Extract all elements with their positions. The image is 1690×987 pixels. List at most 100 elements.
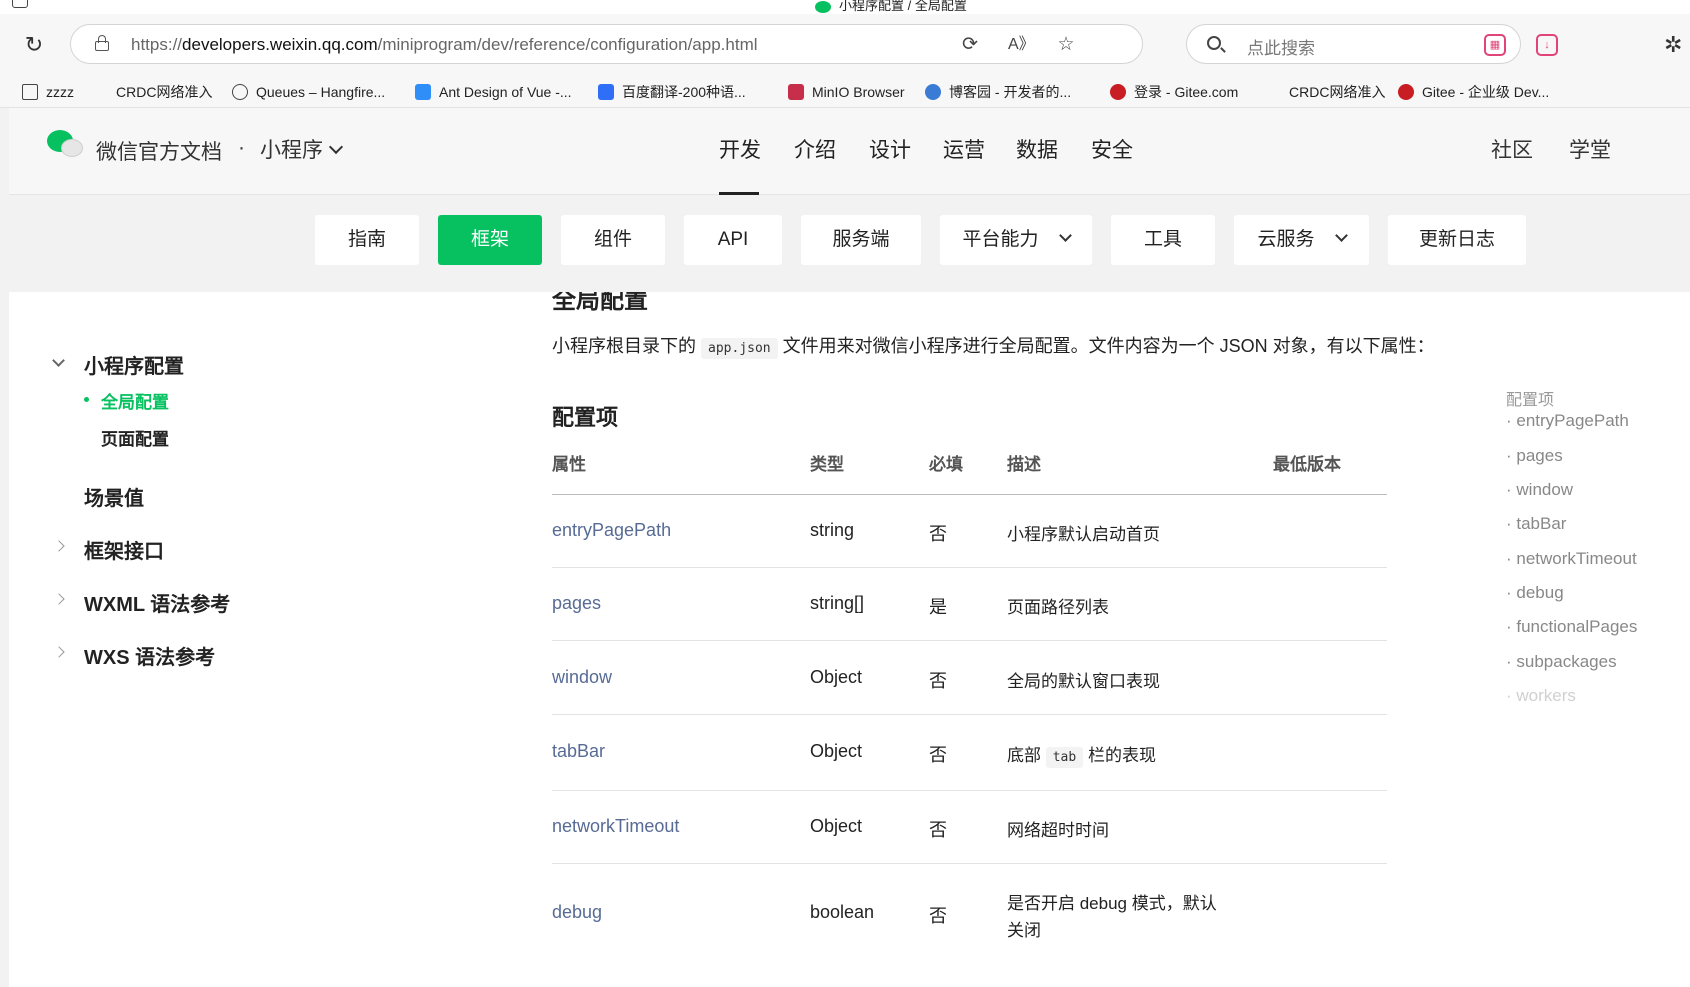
- toc-item[interactable]: · networkTimeout: [1506, 549, 1637, 569]
- subnav-changelog[interactable]: 更新日志: [1388, 215, 1526, 265]
- bookmark-label: Gitee - 企业级 Dev...: [1422, 84, 1550, 100]
- top-nav-design[interactable]: 设计: [869, 134, 911, 164]
- tab-actions-icon[interactable]: [12, 0, 28, 8]
- description-cell: 全局的默认窗口表现: [1007, 672, 1160, 691]
- bookmark-item[interactable]: 博客园 - 开发者的...: [925, 82, 1071, 102]
- active-bullet-icon: [84, 397, 89, 402]
- doc-content: 全局配置 小程序根目录下的 app.json 文件用来对微信小程序进行全局配置。…: [434, 292, 1690, 987]
- bookmark-item[interactable]: Ant Design of Vue -...: [415, 82, 572, 102]
- subnav-guide[interactable]: 指南: [315, 215, 419, 265]
- property-link[interactable]: pages: [552, 593, 601, 614]
- browser-toolbar: ↻ https://developers.weixin.qq.com/minip…: [0, 14, 1690, 76]
- subnav-tools[interactable]: 工具: [1111, 215, 1215, 265]
- description-cell: 网络超时时间: [1007, 821, 1109, 840]
- sidebar-item-wxs[interactable]: WXS 语法参考: [84, 641, 215, 670]
- toc-item[interactable]: · tabBar: [1506, 514, 1566, 534]
- toc-item[interactable]: · functionalPages: [1506, 617, 1637, 637]
- sidebar-item-scene[interactable]: 场景值: [84, 482, 144, 511]
- bookmark-item[interactable]: CRDC网络准入: [92, 82, 212, 102]
- bookmark-label: CRDC网络准入: [116, 84, 213, 100]
- chevron-right-icon[interactable]: [53, 646, 65, 658]
- bookmark-item[interactable]: 登录 - Gitee.com: [1110, 82, 1238, 102]
- chevron-down-icon: [1058, 229, 1072, 242]
- sidebar-group-app-config[interactable]: 小程序配置: [84, 350, 184, 379]
- baidu-translate-icon: [598, 84, 614, 100]
- wechat-logo-icon[interactable]: [47, 130, 83, 160]
- product-selector[interactable]: 小程序: [260, 134, 344, 164]
- bookmarks-bar: zzzz CRDC网络准入 Queues – Hangfire... Ant Desi…: [0, 76, 1690, 108]
- top-nav-operations[interactable]: 运营: [943, 134, 985, 164]
- property-link[interactable]: networkTimeout: [552, 816, 679, 837]
- url-text[interactable]: https://developers.weixin.qq.com/minipro…: [131, 35, 758, 55]
- extension-icon[interactable]: ▦: [1484, 34, 1506, 56]
- top-nav-data[interactable]: 数据: [1016, 134, 1058, 164]
- window-title: 小程序配置 / 全局配置: [815, 0, 967, 14]
- bookmark-item[interactable]: Gitee - 企业级 Dev...: [1398, 82, 1549, 102]
- top-nav-dev[interactable]: 开发: [719, 134, 761, 164]
- bookmark-item[interactable]: zzzz: [22, 82, 74, 102]
- subnav-cloud[interactable]: 云服务: [1234, 215, 1369, 265]
- search-box[interactable]: 点此搜索: [1186, 24, 1521, 64]
- favorite-star-icon[interactable]: ☆: [1054, 33, 1078, 57]
- sidebar-item-page-config[interactable]: 页面配置: [101, 425, 169, 450]
- chevron-down-icon[interactable]: [52, 354, 65, 367]
- type-cell: string[]: [810, 593, 865, 613]
- toc-item[interactable]: · subpackages: [1506, 652, 1617, 672]
- description-cell: 底部 tab 栏的表现: [1007, 741, 1156, 768]
- bookmark-item[interactable]: CRDC网络准入: [1265, 82, 1385, 102]
- gitee-icon: [1110, 84, 1126, 100]
- extension-download-icon[interactable]: ↓: [1536, 34, 1558, 56]
- property-link[interactable]: window: [552, 667, 612, 688]
- nav-academy[interactable]: 学堂: [1569, 134, 1611, 164]
- toc-item[interactable]: · entryPagePath: [1506, 411, 1629, 431]
- toc-item[interactable]: · debug: [1506, 583, 1564, 603]
- sidebar-item-global-config[interactable]: 全局配置: [101, 388, 169, 413]
- toc-item[interactable]: · workers: [1506, 686, 1576, 706]
- required-cell: 否: [929, 820, 947, 840]
- lock-icon[interactable]: [95, 35, 109, 51]
- top-nav-security[interactable]: 安全: [1091, 134, 1133, 164]
- bookmark-label: 博客园 - 开发者的...: [949, 84, 1072, 100]
- property-link[interactable]: entryPagePath: [552, 520, 671, 541]
- bookmark-item[interactable]: Queues – Hangfire...: [232, 82, 385, 102]
- chevron-right-icon[interactable]: [53, 593, 65, 605]
- description-cell: 是否开启 debug 模式，默认: [1007, 894, 1217, 913]
- nav-community[interactable]: 社区: [1491, 134, 1533, 164]
- table-row: entryPagePath string 否 小程序默认启动首页: [552, 495, 1387, 568]
- description-cell: 小程序默认启动首页: [1007, 525, 1160, 544]
- table-row: window Object 否 全局的默认窗口表现: [552, 641, 1387, 715]
- site-brand[interactable]: 微信官方文档: [96, 136, 222, 166]
- read-aloud-icon[interactable]: A》: [1008, 33, 1035, 57]
- toc-item[interactable]: · window: [1506, 480, 1573, 500]
- subnav-components[interactable]: 组件: [561, 215, 665, 265]
- inline-code: app.json: [701, 338, 778, 359]
- subnav-server[interactable]: 服务端: [801, 215, 921, 265]
- sidebar-item-wxml[interactable]: WXML 语法参考: [84, 588, 230, 617]
- reload-icon[interactable]: ↻: [22, 33, 46, 57]
- sidebar-item-framework-api[interactable]: 框架接口: [84, 535, 164, 564]
- subnav-framework[interactable]: 框架: [438, 215, 542, 265]
- property-link[interactable]: tabBar: [552, 741, 605, 762]
- bookmark-label: 百度翻译-200种语...: [622, 84, 746, 100]
- column-header-property: 属性: [552, 455, 586, 474]
- bookmark-label: MinIO Browser: [812, 84, 905, 100]
- extensions-puzzle-icon[interactable]: ✲: [1664, 32, 1682, 58]
- top-nav-intro[interactable]: 介绍: [794, 134, 836, 164]
- bookmark-label: 登录 - Gitee.com: [1134, 84, 1239, 100]
- toc-item[interactable]: · pages: [1506, 446, 1563, 466]
- type-cell: string: [810, 520, 855, 540]
- type-cell: Object: [810, 667, 863, 687]
- bookmark-item[interactable]: MinIO Browser: [788, 82, 905, 102]
- chevron-right-icon[interactable]: [53, 540, 65, 552]
- bookmark-item[interactable]: 百度翻译-200种语...: [598, 82, 746, 102]
- bookmark-label: CRDC网络准入: [1289, 84, 1386, 100]
- required-cell: 否: [929, 745, 947, 765]
- bookmark-label: Ant Design of Vue -...: [439, 84, 572, 100]
- page-icon: [1265, 84, 1281, 100]
- subnav-platform[interactable]: 平台能力: [940, 215, 1092, 265]
- address-bar[interactable]: https://developers.weixin.qq.com/minipro…: [70, 24, 1143, 64]
- translate-icon[interactable]: ⟳: [958, 33, 982, 57]
- bookmark-label: Queues – Hangfire...: [256, 84, 386, 100]
- property-link[interactable]: debug: [552, 902, 602, 923]
- subnav-api[interactable]: API: [684, 215, 782, 265]
